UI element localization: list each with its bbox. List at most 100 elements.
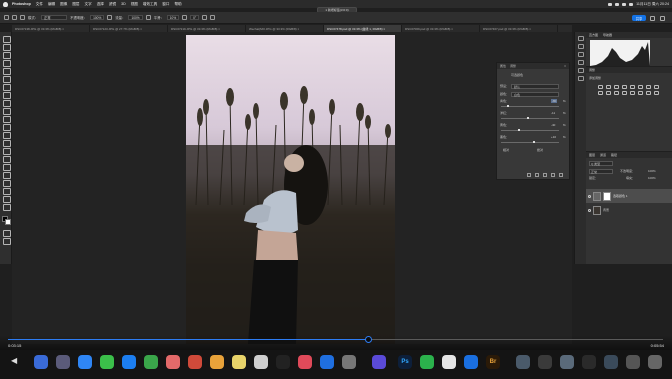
tab-document[interactable]: DSC07467.psd @ 33.3% (RGB/8) ×: [480, 25, 558, 32]
app-icon[interactable]: [464, 355, 478, 369]
tab-document[interactable]: DSC07123.JPG @ 27.7% (RGB/8) ×: [90, 25, 168, 32]
chrome-icon[interactable]: [442, 355, 456, 369]
smoothing-field[interactable]: 10%: [166, 15, 180, 20]
pressure-size-icon[interactable]: [202, 15, 208, 20]
airbrush-icon[interactable]: [145, 15, 151, 20]
selective-color-icon[interactable]: [646, 91, 651, 95]
tab-channels[interactable]: 通道: [600, 153, 606, 157]
recent-document-icon[interactable]: [538, 355, 552, 369]
tab-document[interactable]: Wechat(MO.JPG @ 33.3% (RGB/8) ×: [246, 25, 324, 32]
color-balance-icon[interactable]: [646, 85, 651, 89]
reminders-icon[interactable]: [254, 355, 268, 369]
layer-opacity-field[interactable]: 100%: [648, 169, 656, 173]
recent-document-icon[interactable]: [516, 355, 530, 369]
pen-tool-icon[interactable]: [3, 156, 11, 163]
brush-preset-icon[interactable]: [20, 15, 25, 20]
apple-icon[interactable]: [3, 1, 8, 7]
video-progress-knob[interactable]: [364, 336, 372, 343]
tab-layers[interactable]: 图层: [589, 153, 595, 157]
hue-saturation-icon[interactable]: [638, 85, 643, 89]
magenta-slider-thumb[interactable]: [527, 117, 529, 119]
music-icon[interactable]: [298, 355, 312, 369]
menu-image[interactable]: 图像: [60, 2, 67, 7]
menu-3d[interactable]: 3D: [121, 2, 126, 6]
tab-navigator[interactable]: 导航器: [603, 33, 612, 37]
lasso-tool-icon[interactable]: [3, 52, 11, 59]
mail-icon[interactable]: [122, 355, 136, 369]
launchpad-icon[interactable]: [56, 355, 70, 369]
threshold-icon[interactable]: [638, 91, 643, 95]
brush-tool-icon[interactable]: [3, 100, 11, 107]
search-icon[interactable]: [622, 2, 627, 6]
maps-icon[interactable]: [144, 355, 158, 369]
workspace-icon[interactable]: [660, 16, 665, 21]
calendar-icon[interactable]: [188, 355, 202, 369]
home-icon[interactable]: [4, 15, 9, 20]
contacts-icon[interactable]: [210, 355, 224, 369]
channel-mixer-icon[interactable]: [606, 91, 611, 95]
tab-adjust[interactable]: 调整: [589, 68, 595, 72]
tab-document[interactable]: DSC07069.psd @ 33.3% (RGB/8) ×: [402, 25, 480, 32]
menu-filter[interactable]: 滤镜: [109, 2, 116, 7]
layer-row-selective-color[interactable]: 选取颜色 1: [586, 189, 672, 203]
color-lookup-icon[interactable]: [614, 91, 619, 95]
system-settings-icon[interactable]: [342, 355, 356, 369]
apple-tv-icon[interactable]: [276, 355, 290, 369]
eraser-tool-icon[interactable]: [3, 124, 11, 131]
yellow-slider[interactable]: [501, 129, 559, 131]
levels-icon[interactable]: [606, 85, 611, 89]
magenta-slider[interactable]: [501, 117, 559, 119]
hand-tool-icon[interactable]: [3, 188, 11, 195]
search-icon[interactable]: [650, 16, 655, 21]
rectangle-tool-icon[interactable]: [3, 180, 11, 187]
paragraph-icon[interactable]: [578, 60, 584, 65]
swatches-icon[interactable]: [578, 52, 584, 57]
blend-mode-select[interactable]: 正常: [589, 169, 613, 174]
angle-field[interactable]: 0°: [190, 15, 200, 20]
menu-help[interactable]: 帮助: [174, 2, 181, 7]
mode-select[interactable]: 正常: [41, 15, 68, 20]
app-store-icon[interactable]: [320, 355, 334, 369]
vibrance-icon[interactable]: [630, 85, 635, 89]
reset-icon[interactable]: [543, 173, 547, 177]
screen-mode-icon[interactable]: [3, 238, 11, 245]
wechat-icon[interactable]: [420, 355, 434, 369]
opacity-field[interactable]: 100%: [90, 15, 105, 20]
menu-plugins[interactable]: 增效工具: [143, 2, 157, 7]
wifi-icon[interactable]: [608, 2, 613, 6]
magenta-value[interactable]: -11: [551, 111, 555, 115]
quick-mask-icon[interactable]: [3, 230, 11, 237]
control-center-icon[interactable]: [629, 2, 634, 6]
eye-icon[interactable]: [588, 194, 591, 198]
black-slider-thumb[interactable]: [533, 141, 535, 143]
type-tool-icon[interactable]: [3, 164, 11, 171]
clone-stamp-tool-icon[interactable]: [3, 108, 11, 115]
preset-select[interactable]: 默认: [511, 84, 559, 89]
menu-select[interactable]: 选择: [97, 2, 104, 7]
marquee-tool-icon[interactable]: [3, 44, 11, 51]
layer-row-background[interactable]: 背景: [586, 203, 672, 217]
tab-adjustments[interactable]: 调整: [510, 64, 516, 68]
invert-icon[interactable]: [622, 91, 627, 95]
curves-icon[interactable]: [614, 85, 619, 89]
menu-type[interactable]: 文字: [85, 2, 92, 7]
volume-icon[interactable]: ◀: [11, 356, 17, 365]
layer-mask-thumb[interactable]: [603, 191, 611, 201]
battery-icon[interactable]: [615, 2, 620, 6]
cyan-value[interactable]: -80: [551, 99, 558, 103]
notes-icon[interactable]: [232, 355, 246, 369]
posterize-icon[interactable]: [630, 91, 635, 95]
finder-icon[interactable]: [34, 355, 48, 369]
symmetry-icon[interactable]: [210, 15, 216, 20]
black-slider[interactable]: [501, 141, 559, 143]
history-brush-tool-icon[interactable]: [3, 116, 11, 123]
tab-histogram[interactable]: 直方图: [589, 33, 598, 37]
more-tools-icon[interactable]: [3, 204, 11, 211]
trash-icon[interactable]: [648, 355, 662, 369]
pressure-opacity-icon[interactable]: [107, 15, 113, 20]
recent-document-icon[interactable]: [582, 355, 596, 369]
menu-clock[interactable]: 11月11日 周六 20:24: [636, 2, 669, 7]
layer-name[interactable]: 背景: [603, 208, 609, 212]
flow-field[interactable]: 100%: [128, 15, 143, 20]
eyedropper-tool-icon[interactable]: [3, 84, 11, 91]
